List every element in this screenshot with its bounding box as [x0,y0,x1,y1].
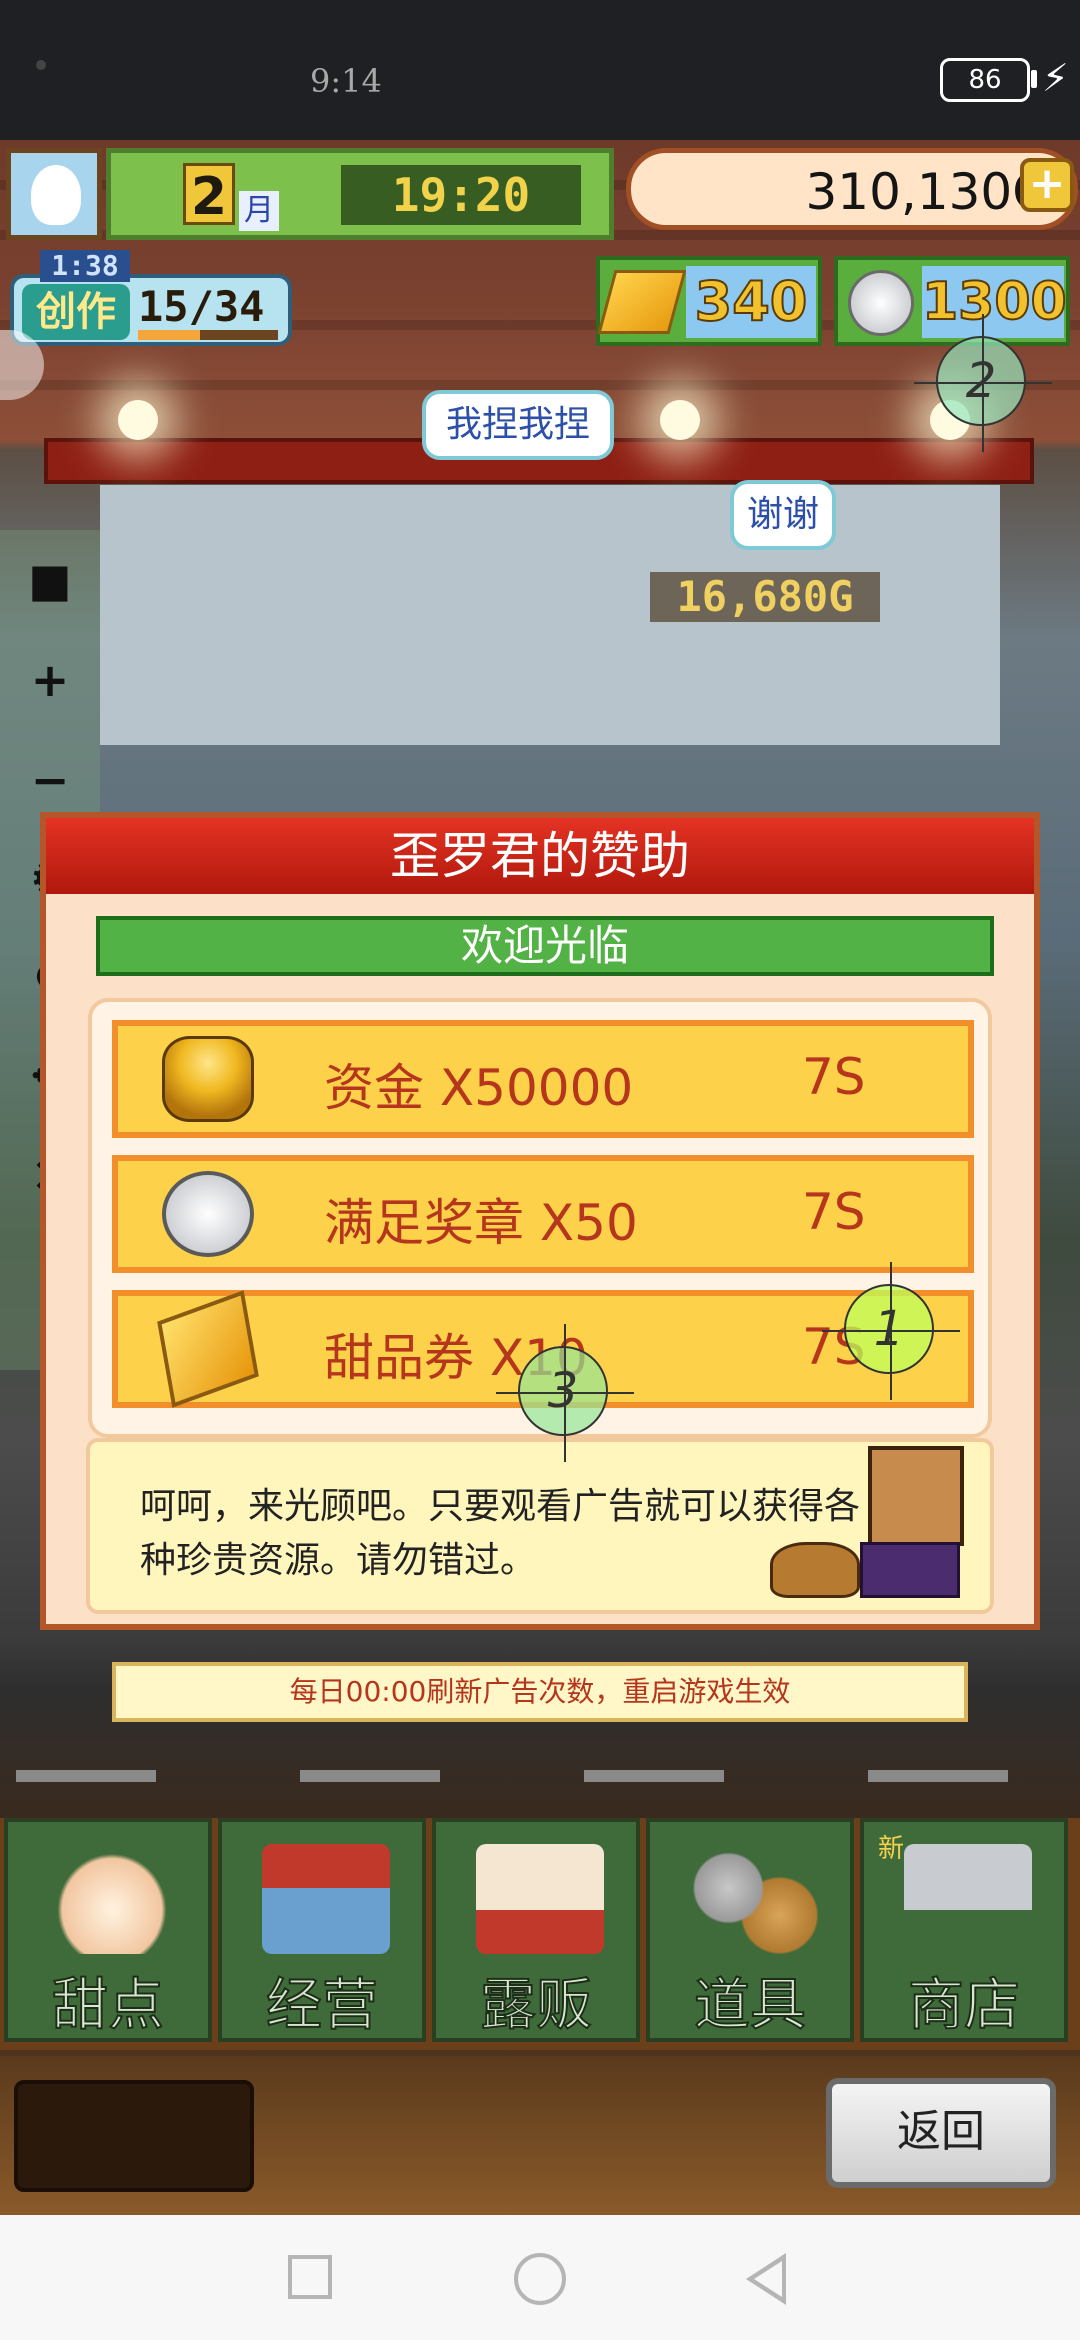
reward-name: 资金 X50000 [324,1059,634,1117]
gold-amount: 310,130G [805,163,1051,221]
speech-bubble: 谢谢 [730,480,836,550]
plus-icon[interactable]: + [20,650,80,710]
road-dash [300,1770,440,1782]
month-label: 月 [239,191,279,231]
reward-timer: 7S [802,1183,866,1241]
touch-marker-2: 2 [914,314,1052,452]
medal-counter[interactable]: 1300 [834,256,1070,346]
mascot-head [868,1446,964,1546]
dialog-title: 歪罗君的赞助 [46,818,1034,894]
bottom-left-panel [14,2080,254,2192]
create-label: 创作 [22,284,130,340]
charging-icon: ⚡ [1042,56,1069,100]
menu-label: 道具 [693,1972,807,2039]
navigation-bar [0,2215,1080,2340]
box-head-mascot [850,1442,966,1598]
minus-icon[interactable]: − [20,750,80,810]
menu-dessert[interactable]: 甜点 [4,1818,212,2042]
battery-tip [1031,70,1037,88]
menu-manage[interactable]: 经营 [218,1818,426,2042]
player-avatar[interactable] [6,148,102,240]
status-time: 9:14 [310,62,382,100]
menu-label: 甜点 [51,1972,165,2039]
reward-gold[interactable]: 资金 X50000 7S [112,1020,974,1138]
menu-items[interactable]: 道具 [646,1818,854,2042]
speech-bubble: 我捏我捏 [422,390,614,460]
menu-stall[interactable]: 露贩 [432,1818,640,2042]
menu-label: 露贩 [479,1972,593,2039]
gold-panel: 310,130G [626,148,1078,230]
back-icon-inner [754,2261,782,2297]
items-bag-icon [690,1844,818,1954]
sale-price-popup: 16,680G [650,572,880,622]
create-progress-bar [138,330,278,340]
medal-amount: 1300 [921,266,1068,338]
lamp-icon [118,400,158,440]
create-timer: 1:38 [40,250,130,282]
gold-coins-icon [162,1036,254,1122]
create-progress-fill [138,330,200,340]
recents-icon[interactable] [288,2255,332,2299]
refresh-notice: 每日00:00刷新广告次数，重启游戏生效 [112,1662,968,1722]
menu-store[interactable]: 新 商店 [860,1818,1068,2042]
ticket-amount: 340 [686,266,816,338]
new-badge: 新 [878,1834,905,1864]
stop-icon[interactable]: ■ [20,550,80,610]
battery-icon: 86 [940,58,1030,102]
mascot-body [860,1542,960,1598]
info-text: 呵呵，来光顾吧。只要观看广告就可以获得各种珍贵资源。请勿错过。 [140,1486,861,1581]
silver-medal-icon [162,1171,254,1257]
dialog-subtitle: 欢迎光临 [96,916,994,976]
game-clock: 19:20 [341,165,581,225]
create-panel[interactable]: 创作 15/34 [10,274,292,346]
shopping-cart-icon [904,1844,1032,1954]
shop-icon [262,1844,390,1954]
ticket-icon [597,270,687,334]
ticket-counter[interactable]: 340 [596,256,822,346]
home-icon[interactable] [514,2253,566,2305]
game-screen: 2 月 19:20 310,130G + 创作 15/34 1:38 340 1… [0,140,1080,2215]
calendar-panel: 2 月 19:20 [106,148,614,240]
road-dash [584,1770,724,1782]
bottom-bar: 返回 [0,2056,1080,2215]
status-dot [36,60,46,70]
touch-marker-1: 1 [822,1262,960,1400]
info-box: 呵呵，来光顾吧。只要观看广告就可以获得各种珍贵资源。请勿错过。 [86,1438,994,1614]
food-truck-icon [476,1844,604,1954]
cake-icon [48,1844,176,1954]
medal-icon [848,270,914,336]
add-gold-button[interactable]: + [1020,158,1074,212]
main-menu: 甜点 经营 露贩 道具 新 商店 [0,1818,1080,2050]
snowman-icon [31,165,81,225]
road-dash [868,1770,1008,1782]
dessert-ticket-icon [157,1290,259,1408]
month-number: 2 [183,163,235,227]
back-button[interactable]: 返回 [826,2078,1056,2188]
reward-timer: 7S [802,1048,866,1106]
status-bar: 9:14 86 ⚡ [0,0,1080,140]
touch-marker-3: 3 [496,1324,634,1462]
reward-medal[interactable]: 满足奖章 X50 7S [112,1155,974,1273]
menu-label: 商店 [907,1972,1021,2039]
road-dash [16,1770,156,1782]
dog-sprite [770,1542,860,1598]
create-count: 15/34 [138,282,265,331]
sponsor-dialog: 歪罗君的赞助 欢迎光临 资金 X50000 7S 满足奖章 X50 7S 甜品券… [40,812,1040,1630]
menu-label: 经营 [265,1972,379,2039]
lamp-icon [660,400,700,440]
reward-name: 满足奖章 X50 [324,1194,638,1252]
